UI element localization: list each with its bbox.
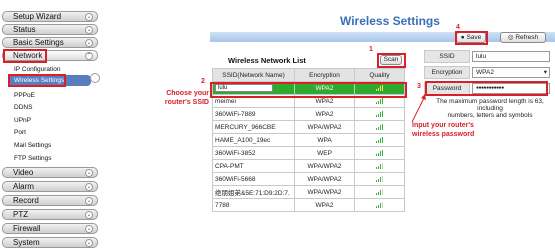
- annotation-arrows: [411, 94, 426, 123]
- arrow-line: [411, 95, 426, 123]
